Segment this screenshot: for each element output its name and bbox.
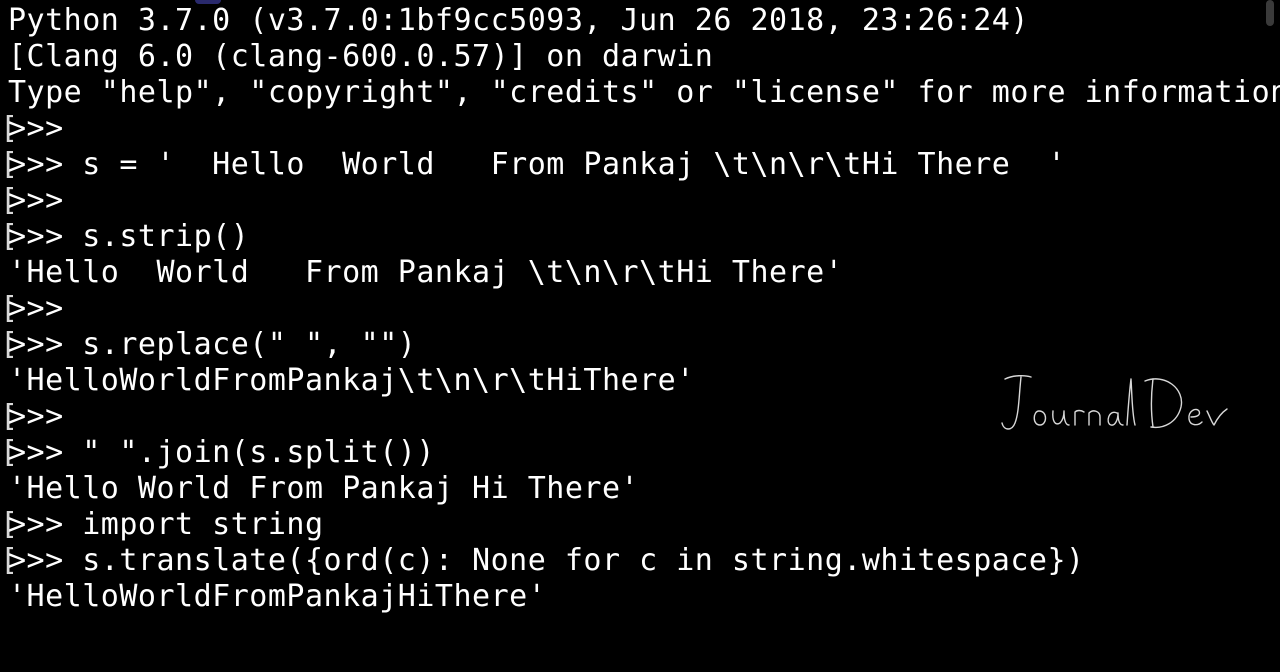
terminal-line-text: 'HelloWorldFromPankaj\t\n\r\tHiThere' xyxy=(8,363,695,398)
terminal-line-text: Python 3.7.0 (v3.7.0:1bf9cc5093, Jun 26 … xyxy=(8,3,1029,38)
terminal-line: Python 3.7.0 (v3.7.0:1bf9cc5093, Jun 26 … xyxy=(0,3,1280,39)
terminal-line-text: >>> " ".join(s.split()) xyxy=(8,435,435,470)
terminal-line: [>>> s.translate({ord(c): None for c in … xyxy=(0,543,1280,579)
terminal-line-text: >>> import string xyxy=(8,507,324,542)
input-line[interactable]: >>> xyxy=(0,615,1280,651)
prompt-marker-bracket: [ xyxy=(0,435,19,470)
terminal-line-text: 'HelloWorldFromPankajHiThere' xyxy=(8,579,547,614)
prompt-marker-bracket: [ xyxy=(0,183,19,218)
terminal-output: Python 3.7.0 (v3.7.0:1bf9cc5093, Jun 26 … xyxy=(0,3,1280,615)
terminal-line-text: >>> s = ' Hello World From Pankaj \t\n\r… xyxy=(8,147,1067,182)
terminal-line: 'Hello World From Pankaj \t\n\r\tHi Ther… xyxy=(0,255,1280,291)
terminal-line-text: 'Hello World From Pankaj \t\n\r\tHi Ther… xyxy=(8,255,844,290)
prompt-marker-bracket: [ xyxy=(0,507,19,542)
prompt-marker-bracket: [ xyxy=(0,291,19,326)
prompt-marker-bracket: [ xyxy=(0,327,19,362)
journaldev-signature-watermark xyxy=(1001,374,1228,430)
prompt-marker-bracket: [ xyxy=(0,147,19,182)
prompt-marker-bracket: [ xyxy=(0,543,19,578)
terminal-line: [>>> s = ' Hello World From Pankaj \t\n\… xyxy=(0,147,1280,183)
terminal-line: [>>> xyxy=(0,183,1280,219)
terminal-line-text: >>> s.translate({ord(c): None for c in s… xyxy=(8,543,1085,578)
prompt-marker-bracket: [ xyxy=(0,399,19,434)
terminal-line: [>>> import string xyxy=(0,507,1280,543)
prompt-marker-bracket: [ xyxy=(0,219,19,254)
prompt-marker-bracket: [ xyxy=(0,111,19,146)
terminal-line: 'Hello World From Pankaj Hi There' xyxy=(0,471,1280,507)
terminal-line-text: 'Hello World From Pankaj Hi There' xyxy=(8,471,640,506)
terminal-line-text: >>> s.replace(" ", "") xyxy=(8,327,417,362)
terminal-line: [Clang 6.0 (clang-600.0.57)] on darwin xyxy=(0,39,1280,75)
terminal-line: Type "help", "copyright", "credits" or "… xyxy=(0,75,1280,111)
terminal-line: [>>> xyxy=(0,111,1280,147)
terminal-line: [>>> s.replace(" ", "") xyxy=(0,327,1280,363)
terminal-window[interactable]: Python 3.7.0 (v3.7.0:1bf9cc5093, Jun 26 … xyxy=(0,0,1280,672)
terminal-line: [>>> xyxy=(0,291,1280,327)
terminal-line-text: Type "help", "copyright", "credits" or "… xyxy=(8,75,1280,110)
terminal-line: 'HelloWorldFromPankajHiThere' xyxy=(0,579,1280,615)
terminal-line-text: >>> s.strip() xyxy=(8,219,250,254)
terminal-line-text: [Clang 6.0 (clang-600.0.57)] on darwin xyxy=(8,39,714,74)
terminal-line: [>>> s.strip() xyxy=(0,219,1280,255)
